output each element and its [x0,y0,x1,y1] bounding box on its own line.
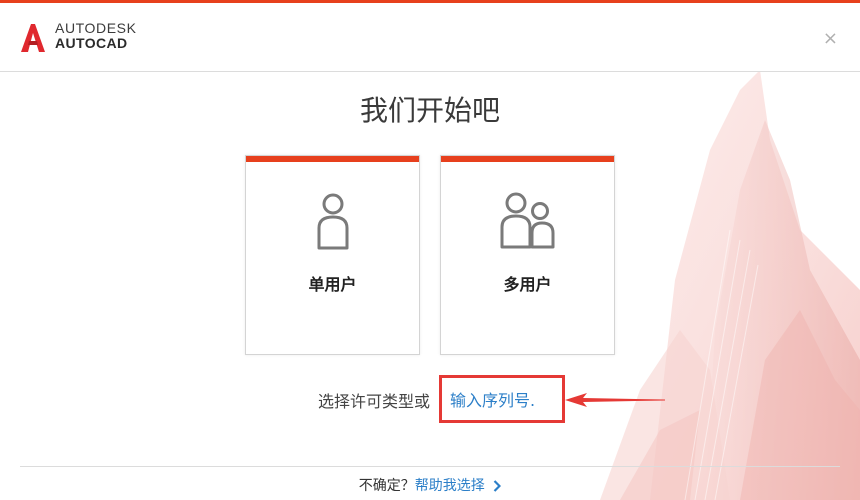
multi-user-icon [500,192,554,249]
close-icon[interactable]: × [823,30,838,48]
brand-wordmark: AUTODESK AUTOCAD [55,21,137,51]
footer-divider [20,466,840,467]
brand-autodesk: AUTODESK [55,20,137,36]
chevron-right-icon[interactable] [493,480,502,492]
footer: 不确定？帮助我选择 [0,475,860,495]
annotation-arrow-icon [565,393,665,407]
footer-question: 不确定？ [358,478,415,494]
enter-serial-link[interactable]: 输入序列号. [439,375,565,423]
main-content: 我们开始吧 单用户 多用户 选择许可类型或 输入序列号. 不确定？帮助我选择 [0,72,860,500]
single-user-label: 单用户 [308,275,357,294]
brand-autocad: AUTOCAD [55,35,128,51]
multi-user-label: 多用户 [503,275,552,294]
multi-user-card[interactable]: 多用户 [440,155,615,355]
single-user-card[interactable]: 单用户 [245,155,420,355]
page-title: 我们开始吧 [359,94,500,127]
license-hint-text: 选择许可类型或 [318,392,431,411]
help-me-choose-link[interactable]: 帮助我选择 [415,478,485,494]
autocad-a-logo-icon [21,24,45,52]
header-bar: AUTODESK AUTOCAD × [0,3,860,72]
single-user-icon [317,193,348,250]
